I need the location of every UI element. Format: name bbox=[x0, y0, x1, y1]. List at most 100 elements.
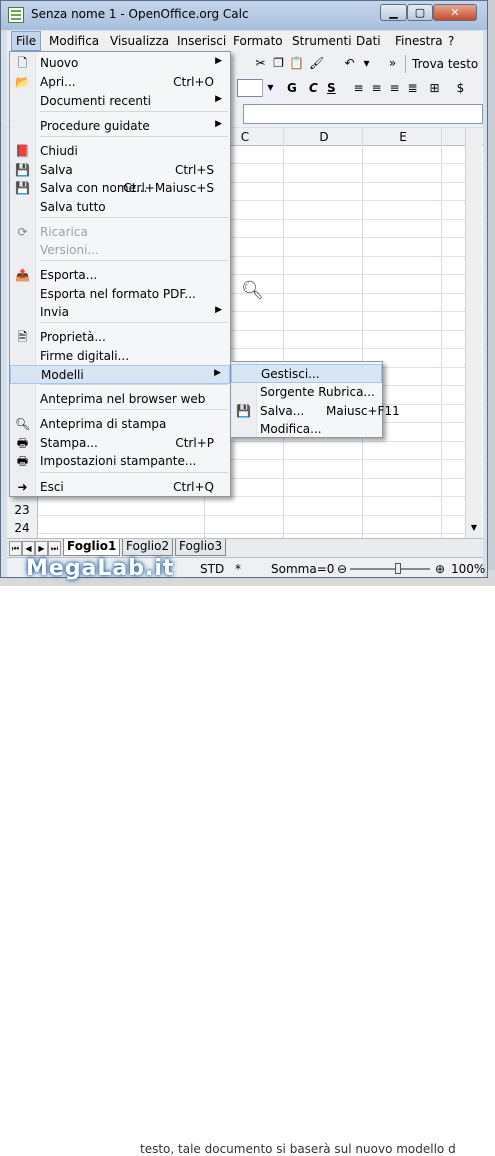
cut-icon[interactable]: ✂ bbox=[253, 56, 268, 71]
menu-item-ricarica: ⟳ Ricarica bbox=[10, 223, 230, 242]
menu-item-shortcut: Ctrl+Q bbox=[173, 480, 214, 494]
menu-item-label: Gestisci... bbox=[261, 367, 320, 381]
menu-item-label: Salva tutto bbox=[40, 200, 106, 214]
last-sheet-icon[interactable]: ⏭ bbox=[48, 541, 61, 556]
zoom-slider-handle[interactable] bbox=[395, 563, 401, 574]
row-header-24[interactable]: 24 bbox=[7, 521, 37, 535]
menu-item-proprietà[interactable]: 🗎 Proprietà... bbox=[10, 328, 230, 347]
menu-item-salva[interactable]: 💾 Salva Ctrl+S bbox=[10, 161, 230, 180]
toolbar-overflow-icon[interactable]: » bbox=[385, 56, 400, 71]
menu-item-esporta[interactable]: 📤 Esporta... bbox=[10, 266, 230, 285]
currency-format-icon[interactable]: $ bbox=[453, 81, 468, 96]
menu-item-nuovo[interactable]: 🗋 Nuovo ▶ bbox=[10, 54, 230, 73]
zoom-level[interactable]: 100% bbox=[451, 562, 485, 576]
align-right-icon[interactable]: ≡ bbox=[387, 81, 402, 96]
sheet-tab-foglio1[interactable]: Foglio1 bbox=[63, 539, 121, 556]
submenu-arrow-icon: ▶ bbox=[214, 368, 221, 378]
minimize-button[interactable]: ▁ bbox=[380, 4, 407, 21]
menu-item-procedure-guidate[interactable]: Procedure guidate ▶ bbox=[10, 117, 230, 136]
menu-item-modelli[interactable]: Modelli ▶ bbox=[10, 365, 230, 384]
submenu-item-sorgente-rubrica[interactable]: Sorgente Rubrica... bbox=[231, 383, 382, 402]
zoom-in-icon[interactable]: ⊕ bbox=[435, 562, 445, 576]
print-icon: 🖶 bbox=[16, 436, 29, 450]
export-icon: 📤 bbox=[15, 268, 30, 282]
zoom-out-icon[interactable]: ⊖ bbox=[337, 562, 347, 576]
menu-item-invia[interactable]: Invia ▶ bbox=[10, 303, 230, 322]
align-center-icon[interactable]: ≡ bbox=[369, 81, 384, 96]
exit-icon: ➜ bbox=[17, 480, 28, 494]
column-header-d[interactable]: D bbox=[284, 130, 364, 144]
menu-separator bbox=[40, 472, 228, 473]
templates-submenu: Gestisci... Sorgente Rubrica... 💾 Salva... M… bbox=[230, 361, 400, 439]
formula-input[interactable] bbox=[243, 104, 483, 124]
copy-icon[interactable]: ❐ bbox=[271, 56, 286, 71]
scroll-down-icon[interactable]: ▼ bbox=[466, 520, 482, 536]
menu-item-label: Salva... bbox=[260, 404, 305, 418]
sum-display[interactable]: Somma=0 bbox=[271, 562, 334, 576]
menu-item-anteprima-di-stampa[interactable]: 🔍︎ Anteprima di stampa bbox=[10, 415, 230, 434]
menu-item-impostazioni-stampante[interactable]: 🖶 Impostazioni stampante... bbox=[10, 452, 230, 471]
save-as-icon: 💾 bbox=[15, 181, 30, 195]
menu-item-label: Procedure guidate bbox=[40, 119, 150, 133]
vertical-scrollbar[interactable]: ▼ bbox=[465, 128, 482, 538]
menu-item-salva-tutto[interactable]: Salva tutto bbox=[10, 198, 230, 217]
menu-item-shortcut: Ctrl+S bbox=[174, 163, 214, 177]
submenu-item-gestisci[interactable]: Gestisci... bbox=[231, 364, 382, 383]
title-bar[interactable]: Senza nome 1 - OpenOffice.org Calc ▁ ▢ ✕ bbox=[1, 1, 487, 30]
menu-inserisci[interactable]: Inserisci bbox=[177, 34, 226, 48]
maximize-button[interactable]: ▢ bbox=[407, 4, 433, 21]
menu-item-shortcut: Ctrl+O bbox=[173, 75, 214, 89]
menu-item-label: Modelli bbox=[41, 368, 84, 382]
merge-cells-icon[interactable]: ⊞ bbox=[427, 81, 442, 96]
submenu-item-modifica[interactable]: Modifica... bbox=[231, 420, 382, 439]
sheet-tab-foglio3[interactable]: Foglio3 bbox=[175, 539, 227, 556]
justify-icon[interactable]: ≣ bbox=[405, 81, 420, 96]
toolbar-separator bbox=[405, 55, 406, 73]
menu-strumenti[interactable]: Strumenti bbox=[292, 34, 352, 48]
italic-button[interactable]: C bbox=[309, 81, 318, 95]
selection-mode[interactable]: STD bbox=[200, 562, 224, 576]
menu-item-salva-con-nome[interactable]: 💾 Salva con nome... Ctrl+Maiusc+S bbox=[10, 179, 230, 198]
menu-item-esci[interactable]: ➜ Esci Ctrl+Q bbox=[10, 478, 230, 497]
menu-item-label: Apri... bbox=[40, 75, 76, 89]
menu-item-stampa[interactable]: 🖶 Stampa... Ctrl+P bbox=[10, 434, 230, 453]
menu-separator bbox=[40, 384, 228, 385]
submenu-item-salva[interactable]: 💾 Salva... Maiusc+F11 bbox=[231, 402, 400, 421]
underline-button[interactable]: S bbox=[327, 81, 336, 95]
menu-item-label: Anteprima di stampa bbox=[40, 417, 167, 431]
next-sheet-icon[interactable]: ▶ bbox=[35, 541, 48, 556]
previous-sheet-icon[interactable]: ◀ bbox=[22, 541, 35, 556]
find-text-button[interactable]: Trova testo bbox=[412, 57, 478, 71]
menu-item-esporta-nel-formato-pdf[interactable]: Esporta nel formato PDF... bbox=[10, 285, 230, 304]
menu-visualizza[interactable]: Visualizza bbox=[110, 34, 169, 48]
row-header-23[interactable]: 23 bbox=[7, 503, 37, 517]
menu-item-label: Nuovo bbox=[40, 56, 79, 70]
undo-dropdown-icon[interactable]: ▾ bbox=[359, 56, 374, 71]
format-paintbrush-icon[interactable]: 🖌 bbox=[309, 56, 324, 71]
calc-app-icon[interactable] bbox=[8, 7, 24, 23]
bold-button[interactable]: G bbox=[287, 81, 297, 95]
align-left-icon[interactable]: ≡ bbox=[351, 81, 366, 96]
menu-file[interactable]: File bbox=[11, 31, 42, 51]
menu-item-apri[interactable]: 📂 Apri... Ctrl+O bbox=[10, 73, 230, 92]
chevron-down-icon[interactable]: ▼ bbox=[262, 79, 278, 97]
menu-finestra[interactable]: Finestra bbox=[395, 34, 443, 48]
zoom-slider[interactable] bbox=[350, 568, 430, 570]
menu-dati[interactable]: Dati bbox=[356, 34, 381, 48]
sheet-tab-foglio2[interactable]: Foglio2 bbox=[122, 539, 174, 556]
menu-item-shortcut: Ctrl+Maiusc+S bbox=[123, 181, 214, 195]
first-sheet-icon[interactable]: ⏮ bbox=[9, 541, 22, 556]
menu-item-documenti-recenti[interactable]: Documenti recenti ▶ bbox=[10, 92, 230, 111]
menu-item-anteprima-nel-browser-web[interactable]: Anteprima nel browser web bbox=[10, 390, 230, 409]
menu-modifica[interactable]: Modifica bbox=[49, 34, 99, 48]
menu-item-firme-digitali[interactable]: Firme digitali... bbox=[10, 347, 230, 366]
menu-formato[interactable]: Formato bbox=[233, 34, 283, 48]
menu-item-label: Sorgente Rubrica... bbox=[260, 385, 375, 399]
save-template-icon: 💾 bbox=[236, 404, 251, 418]
close-button[interactable]: ✕ bbox=[433, 4, 477, 21]
menu-help[interactable]: ? bbox=[448, 34, 454, 48]
undo-icon[interactable]: ↶ bbox=[342, 56, 357, 71]
menu-item-chiudi[interactable]: 📕 Chiudi bbox=[10, 142, 230, 161]
column-header-e[interactable]: E bbox=[363, 130, 443, 144]
paste-icon[interactable]: 📋 bbox=[289, 56, 304, 71]
